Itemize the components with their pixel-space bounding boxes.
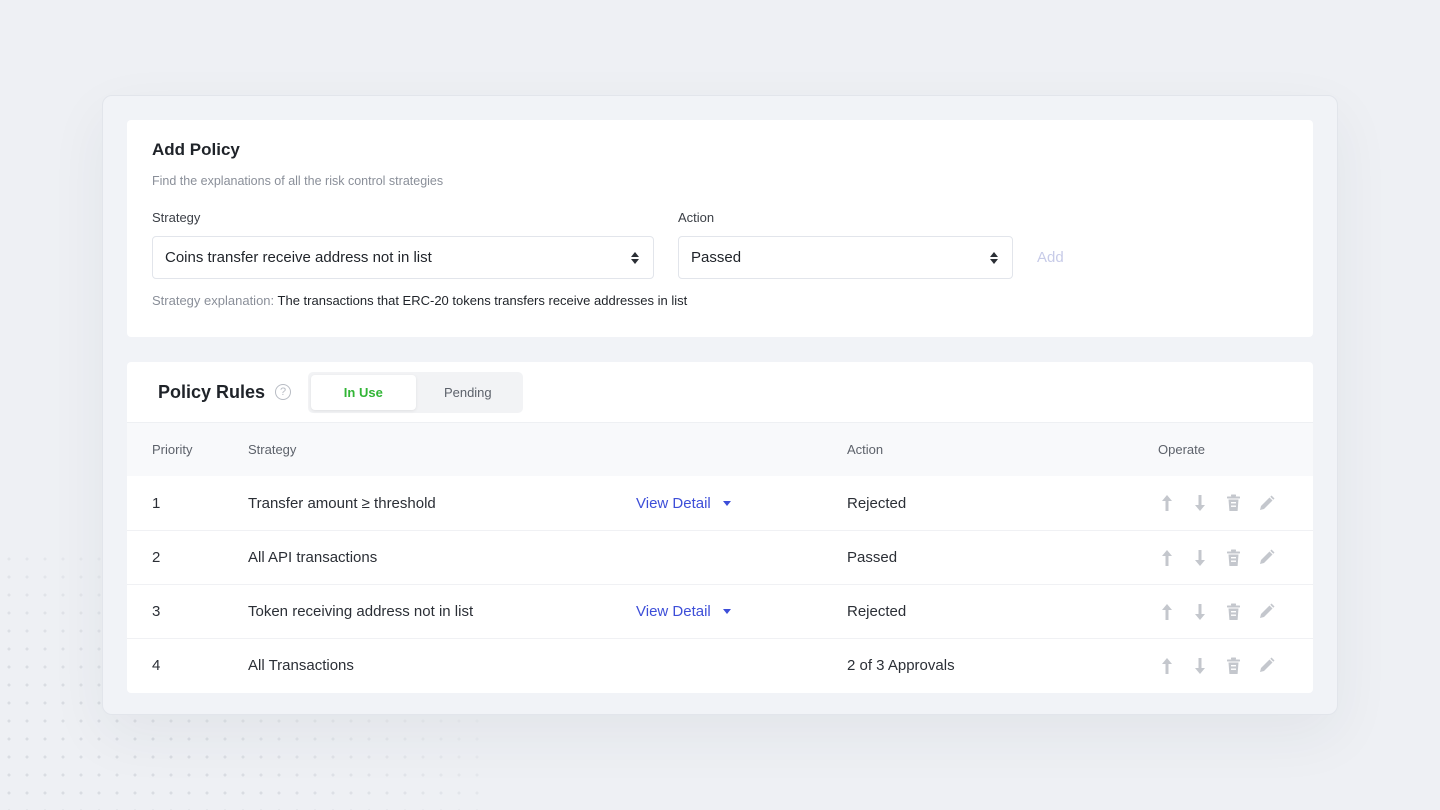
policy-rules-header: Policy Rules ? In Use Pending (127, 362, 1313, 422)
row-strategy: All Transactions (248, 657, 354, 674)
row-operations (1158, 656, 1275, 676)
pencil-icon[interactable] (1257, 656, 1275, 676)
arrow-up-icon[interactable] (1158, 602, 1176, 622)
row-strategy: All API transactions (248, 549, 378, 566)
select-arrows-icon (990, 251, 998, 264)
row-priority: 1 (152, 494, 161, 512)
pencil-icon[interactable] (1257, 548, 1275, 568)
view-detail-link[interactable]: View Detail (636, 495, 731, 512)
table-row: 4 All Transactions 2 of 3 Approvals (127, 638, 1313, 692)
row-strategy: Transfer amount ≥ threshold (248, 494, 436, 512)
arrow-down-icon[interactable] (1191, 493, 1209, 513)
arrow-down-icon[interactable] (1191, 548, 1209, 568)
column-operate: Operate (1158, 442, 1205, 457)
policy-rules-title: Policy Rules (158, 381, 266, 402)
row-operations (1158, 493, 1275, 513)
caret-down-icon (722, 609, 731, 614)
arrow-up-icon[interactable] (1158, 493, 1176, 513)
column-strategy: Strategy (248, 442, 297, 457)
strategy-label: Strategy (152, 210, 201, 225)
table-row: 1 Transfer amount ≥ threshold View Detai… (127, 476, 1313, 530)
arrow-down-icon[interactable] (1191, 602, 1209, 622)
row-priority: 2 (152, 549, 161, 566)
table-header: Priority Strategy Action Operate (127, 422, 1313, 476)
tab-pending[interactable]: Pending (416, 375, 521, 410)
row-action: Rejected (847, 494, 907, 512)
tab-in-use[interactable]: In Use (311, 374, 416, 410)
row-action: Passed (847, 549, 898, 566)
row-strategy: Token receiving address not in list (248, 603, 474, 620)
trash-icon[interactable] (1224, 548, 1242, 568)
arrow-up-icon[interactable] (1158, 656, 1176, 676)
policy-panel: Add Policy Find the explanations of all … (102, 95, 1338, 715)
column-action: Action (847, 442, 884, 457)
strategy-select[interactable]: Coins transfer receive address not in li… (152, 236, 654, 279)
strategy-explanation: Strategy explanation: The transactions t… (152, 293, 687, 308)
action-select-value: Passed (691, 249, 742, 266)
status-tabs: In Use Pending (308, 371, 524, 413)
view-detail-label: View Detail (636, 603, 711, 620)
explanation-value: The transactions that ERC-20 tokens tran… (277, 293, 688, 308)
row-operations (1158, 602, 1275, 622)
view-detail-label: View Detail (636, 494, 711, 512)
row-action: Rejected (847, 603, 907, 620)
strategy-select-value: Coins transfer receive address not in li… (165, 249, 432, 266)
policy-rules-card: Policy Rules ? In Use Pending Priority S… (127, 362, 1313, 693)
action-label: Action (678, 210, 715, 225)
pencil-icon[interactable] (1257, 493, 1275, 513)
pencil-icon[interactable] (1257, 602, 1275, 622)
arrow-up-icon[interactable] (1158, 548, 1176, 568)
trash-icon[interactable] (1224, 656, 1242, 676)
row-priority: 3 (152, 603, 161, 620)
add-policy-card: Add Policy Find the explanations of all … (127, 120, 1313, 337)
action-select[interactable]: Passed (678, 236, 1013, 279)
trash-icon[interactable] (1224, 602, 1242, 622)
caret-down-icon (722, 500, 731, 506)
trash-icon[interactable] (1224, 493, 1242, 513)
add-button[interactable]: Add (1037, 249, 1064, 266)
column-priority: Priority (152, 442, 193, 457)
row-operations (1158, 548, 1275, 568)
table-row: 3 Token receiving address not in list Vi… (127, 584, 1313, 638)
row-priority: 4 (152, 657, 161, 674)
explanation-label: Strategy explanation: (152, 293, 275, 308)
add-policy-title: Add Policy (152, 140, 240, 159)
question-circle-icon[interactable]: ? (275, 384, 292, 400)
table-row: 2 All API transactions Passed (127, 530, 1313, 584)
view-detail-link[interactable]: View Detail (636, 603, 731, 620)
row-action: 2 of 3 Approvals (847, 657, 955, 674)
table-body: 1 Transfer amount ≥ threshold View Detai… (127, 476, 1313, 692)
select-arrows-icon (631, 251, 639, 264)
add-policy-subtitle: Find the explanations of all the risk co… (152, 174, 444, 188)
arrow-down-icon[interactable] (1191, 656, 1209, 676)
